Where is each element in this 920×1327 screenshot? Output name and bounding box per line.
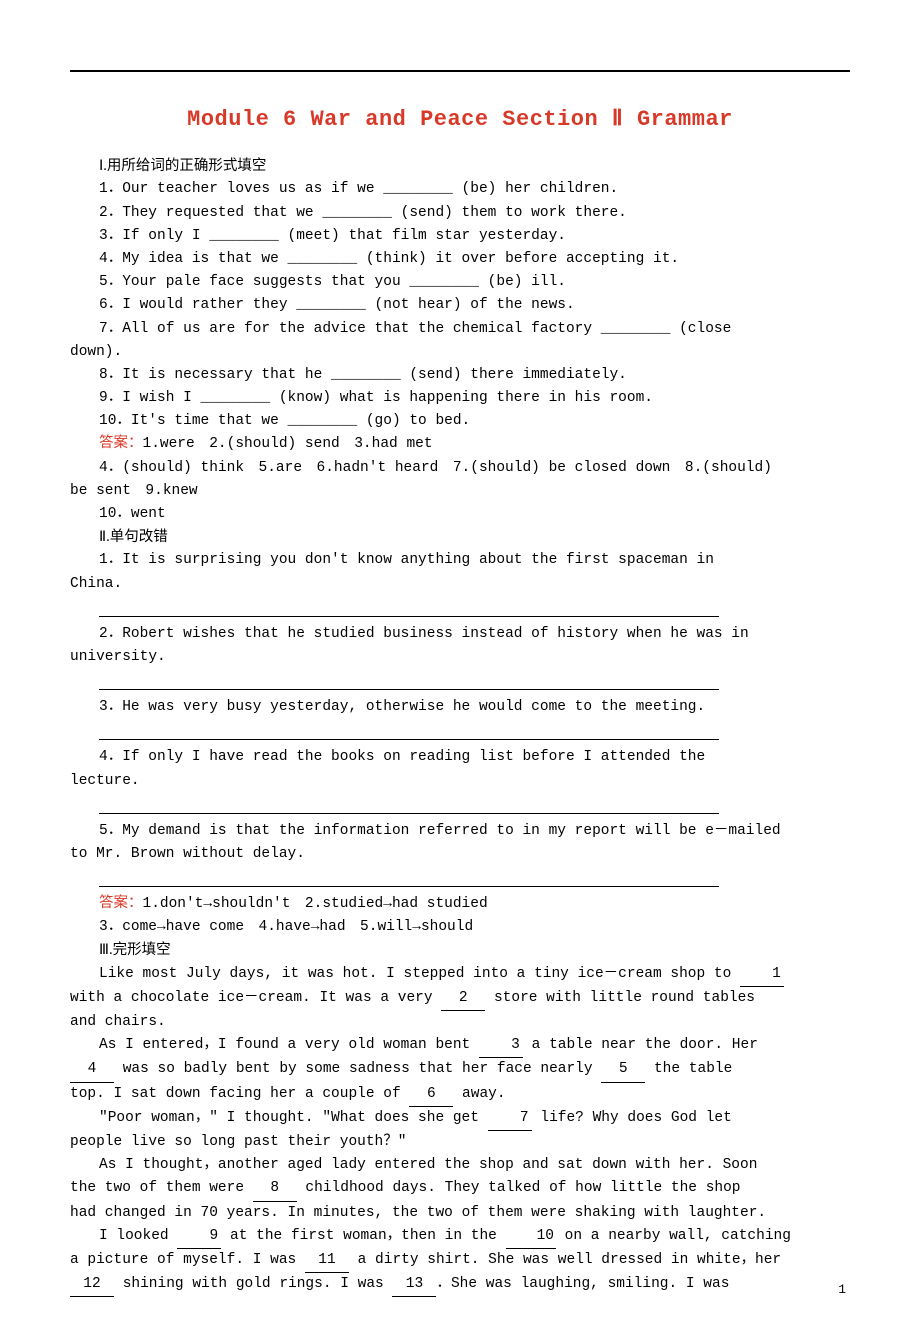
s2-q3: 3．He was very busy yesterday, otherwise …	[70, 696, 850, 719]
s1-q9: 9．I wish I ________ (know) what is happe…	[70, 387, 850, 410]
s3-p2-l3: top. I sat down facing her a couple of 6…	[70, 1083, 850, 1107]
s1-q4: 4．My idea is that we ________ (think) it…	[70, 248, 850, 271]
answer-blank-line	[99, 719, 719, 740]
section-2-heading: Ⅱ.单句改错	[70, 526, 850, 549]
s3-p3-l2: people live so long past their youth？"	[70, 1131, 850, 1154]
t: life? Why does God let	[532, 1110, 732, 1126]
answer-blank-line	[99, 866, 719, 887]
cloze-blank-1: 1	[740, 963, 784, 987]
document-page: Module 6 War and Peace Section Ⅱ Grammar…	[0, 0, 920, 1327]
cloze-blank-4: 4	[70, 1058, 114, 1082]
t: a picture of myself. I was	[70, 1252, 305, 1268]
t: top. I sat down facing her a couple of	[70, 1086, 409, 1102]
t: Like most July days, it was hot. I stepp…	[99, 966, 740, 982]
section-1-heading: Ⅰ.用所给词的正确形式填空	[70, 155, 850, 178]
t: a table near the door. Her	[523, 1037, 758, 1053]
s3-p5-l2: a picture of myself. I was 11 a dirty sh…	[70, 1249, 850, 1273]
s3-p4-l1: As I thought，another aged lady entered t…	[70, 1154, 850, 1177]
t: at the first woman，then in the	[221, 1228, 505, 1244]
answer-label: 答案：	[99, 436, 143, 452]
cloze-blank-2: 2	[441, 987, 485, 1011]
t: the two of them were	[70, 1180, 253, 1196]
t: with a chocolate ice－cream. It was a ver…	[70, 990, 441, 1006]
cloze-blank-11: 11	[305, 1249, 349, 1273]
s2-ans1-text: 1.don't→shouldn't 2.studied→had studied	[143, 896, 488, 912]
t: I looked	[99, 1228, 177, 1244]
s2-q5b: to Mr. Brown without delay.	[70, 843, 850, 866]
s1-q6: 6．I would rather they ________ (not hear…	[70, 294, 850, 317]
s3-p1-l1: Like most July days, it was hot. I stepp…	[70, 963, 850, 987]
horizontal-rule	[70, 70, 850, 72]
s1-q7b: down).	[70, 341, 850, 364]
s1-ans3: 10．went	[70, 503, 850, 526]
s1-q3: 3．If only I ________ (meet) that film st…	[70, 225, 850, 248]
cloze-blank-6: 6	[409, 1083, 453, 1107]
t: store with little round tables	[485, 990, 755, 1006]
s1-q8: 8．It is necessary that he ________ (send…	[70, 364, 850, 387]
s1-q2: 2．They requested that we ________ (send)…	[70, 202, 850, 225]
cloze-blank-8: 8	[253, 1177, 297, 1201]
s1-ans1-text: 1.were 2.(should) send 3.had met	[143, 436, 433, 452]
s2-ans2: 3．come→have come 4.have→had 5.will→shoul…	[70, 916, 850, 939]
t: away.	[453, 1086, 505, 1102]
s3-p5-l1: I looked 9 at the first woman，then in th…	[70, 1225, 850, 1249]
s3-p2-l2: 4 was so badly bent by some sadness that…	[70, 1058, 850, 1082]
cloze-blank-10: 10	[506, 1225, 556, 1249]
s1-q7a: 7．All of us are for the advice that the …	[70, 318, 850, 341]
s2-q4a: 4．If only I have read the books on readi…	[70, 746, 850, 769]
t: on a nearby wall, catching	[556, 1228, 791, 1244]
s1-ans2b: be sent 9.knew	[70, 480, 850, 503]
cloze-blank-13: 13	[392, 1273, 436, 1297]
s1-q1: 1．Our teacher loves us as if we ________…	[70, 178, 850, 201]
section-3-heading: Ⅲ.完形填空	[70, 939, 850, 962]
answer-blank-line	[99, 596, 719, 617]
s2-q1a: 1．It is surprising you don't know anythi…	[70, 549, 850, 572]
s2-q5a: 5．My demand is that the information refe…	[70, 820, 850, 843]
t: was so badly bent by some sadness that h…	[114, 1061, 601, 1077]
s3-p1-l3: and chairs.	[70, 1011, 850, 1034]
t: the table	[645, 1061, 732, 1077]
s3-p3-l1: "Poor woman，" I thought. "What does she …	[70, 1107, 850, 1131]
cloze-blank-7: 7	[488, 1107, 532, 1131]
answer-label: 答案：	[99, 896, 143, 912]
answer-blank-line	[99, 669, 719, 690]
t: ．She was laughing, smiling. I was	[436, 1276, 729, 1292]
t: childhood days. They talked of how littl…	[297, 1180, 741, 1196]
s3-p2-l1: As I entered，I found a very old woman be…	[70, 1034, 850, 1058]
s2-ans1: 答案：1.don't→shouldn't 2.studied→had studi…	[70, 893, 850, 916]
s1-q5: 5．Your pale face suggests that you _____…	[70, 271, 850, 294]
t: shining with gold rings. I was	[114, 1276, 392, 1292]
page-title: Module 6 War and Peace Section Ⅱ Grammar	[70, 102, 850, 137]
t: As I entered，I found a very old woman be…	[99, 1037, 479, 1053]
s2-q2a: 2．Robert wishes that he studied business…	[70, 623, 850, 646]
s2-q4b: lecture.	[70, 770, 850, 793]
s3-p5-l3: 12 shining with gold rings. I was 13．She…	[70, 1273, 850, 1297]
t: a dirty shirt. She was well dressed in w…	[349, 1252, 781, 1268]
cloze-blank-12: 12	[70, 1273, 114, 1297]
s1-ans1: 答案：1.were 2.(should) send 3.had met	[70, 433, 850, 456]
cloze-blank-5: 5	[601, 1058, 645, 1082]
s1-ans2: 4．(should) think 5.are 6.hadn't heard 7.…	[70, 457, 850, 480]
answer-blank-line	[99, 793, 719, 814]
page-number: 1	[838, 1280, 846, 1301]
s3-p1-l2: with a chocolate ice－cream. It was a ver…	[70, 987, 850, 1011]
s2-q1b: China.	[70, 573, 850, 596]
cloze-blank-3: 3	[479, 1034, 523, 1058]
s1-q10: 10．It's time that we ________ (go) to be…	[70, 410, 850, 433]
s3-p4-l2: the two of them were 8 childhood days. T…	[70, 1177, 850, 1201]
t: "Poor woman，" I thought. "What does she …	[99, 1110, 488, 1126]
s2-q2b: university.	[70, 646, 850, 669]
cloze-blank-9: 9	[177, 1225, 221, 1249]
s3-p4-l3: had changed in 70 years. In minutes, the…	[70, 1202, 850, 1225]
